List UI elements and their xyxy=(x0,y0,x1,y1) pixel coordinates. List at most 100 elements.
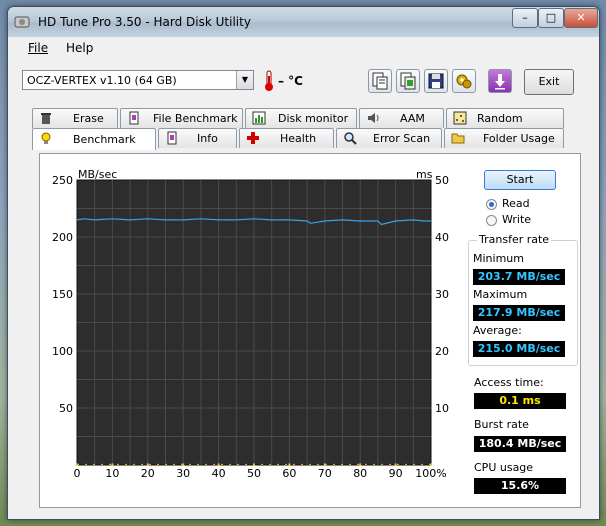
tab-random-access[interactable]: Random Access xyxy=(446,108,564,144)
y-tick-label: 100 xyxy=(52,345,73,358)
x-tick-label: 20 xyxy=(141,467,155,480)
start-button[interactable]: Start xyxy=(484,170,556,190)
options-button[interactable] xyxy=(452,69,476,93)
access-time-label: Access time: xyxy=(474,376,544,389)
x-tick-label: 30 xyxy=(176,467,190,480)
x-tick-label: 40 xyxy=(212,467,226,480)
access-time-point xyxy=(394,463,397,466)
x-tick-label: 90 xyxy=(389,467,403,480)
speaker-icon xyxy=(368,113,379,123)
benchmark-sidebar: Start Read Write Transfer rate Minimum 2… xyxy=(464,154,582,509)
tab-folder-usage[interactable]: Folder Usage xyxy=(444,128,564,148)
tab-error-scan-label: Error Scan xyxy=(373,132,431,145)
tab-info[interactable]: Info xyxy=(158,128,237,148)
tab-health-label: Health xyxy=(280,132,317,145)
drive-select[interactable]: OCZ-VERTEX v1.10 (64 GB) ▼ xyxy=(22,70,254,90)
tab-benchmark[interactable]: Benchmark xyxy=(32,128,156,150)
access-time-point xyxy=(359,463,362,466)
tab-aam[interactable]: AAM xyxy=(359,108,444,128)
burst-rate-label: Burst rate xyxy=(474,418,529,431)
tab-disk-monitor-label: Disk monitor xyxy=(278,112,349,125)
access-time-point xyxy=(217,463,220,466)
tab-disk-monitor[interactable]: Disk monitor xyxy=(245,108,357,128)
drive-select-value: OCZ-VERTEX v1.10 (64 GB) xyxy=(27,74,177,87)
maximum-value: 217.9 MB/sec xyxy=(473,305,565,321)
options-icon xyxy=(456,74,472,89)
x-tick-label: 0 xyxy=(74,467,81,480)
file-benchmark-icon xyxy=(129,111,139,125)
benchmark-chart: 250 200 150 100 50 50 40 30 20 10 0 10 20 30 40 50 60 70 8… xyxy=(40,154,480,494)
y2-tick-label: 40 xyxy=(435,231,449,244)
y2-tick-label: 30 xyxy=(435,288,449,301)
y-axis-label: MB/sec xyxy=(78,168,117,181)
folder-icon xyxy=(451,133,465,144)
transfer-rate-title: Transfer rate xyxy=(477,233,552,246)
y2-tick-label: 10 xyxy=(435,402,449,415)
download-icon xyxy=(495,74,505,90)
app-window: HD Tune Pro 3.50 - Hard Disk Utility – □… xyxy=(7,6,600,520)
access-time-point xyxy=(288,463,291,466)
download-button[interactable] xyxy=(488,69,512,93)
access-time-point xyxy=(146,463,149,466)
y-tick-label: 200 xyxy=(52,231,73,244)
tab-file-benchmark[interactable]: File Benchmark xyxy=(120,108,243,128)
access-time-value: 0.1 ms xyxy=(474,393,566,409)
minimum-value: 203.7 MB/sec xyxy=(473,269,565,285)
tab-erase-label: Erase xyxy=(73,112,104,125)
maximize-button[interactable]: □ xyxy=(538,8,564,28)
y-tick-label: 150 xyxy=(52,288,73,301)
exit-button[interactable]: Exit xyxy=(524,69,574,95)
tab-benchmark-label: Benchmark xyxy=(73,133,136,146)
tab-error-scan[interactable]: Error Scan xyxy=(336,128,442,148)
menu-file[interactable]: File xyxy=(28,41,48,55)
magnifier-icon xyxy=(344,132,357,145)
access-time-point xyxy=(111,463,114,466)
y-tick-label: 50 xyxy=(59,402,73,415)
cpu-usage-label: CPU usage xyxy=(474,461,534,474)
close-button[interactable]: ✕ xyxy=(564,8,598,28)
trash-icon xyxy=(41,113,51,124)
write-radio[interactable] xyxy=(486,215,497,226)
lightbulb-icon xyxy=(41,132,51,144)
benchmark-panel: 250 200 150 100 50 50 40 30 20 10 0 10 20 30 40 50 60 70 8… xyxy=(39,153,581,508)
thermometer-icon xyxy=(265,70,273,91)
read-label: Read xyxy=(502,197,530,210)
chevron-down-icon[interactable]: ▼ xyxy=(236,71,253,89)
x-tick-label: 100% xyxy=(415,467,446,480)
minimum-label: Minimum xyxy=(473,252,524,265)
x-tick-label: 60 xyxy=(282,467,296,480)
random-access-icon xyxy=(453,111,467,125)
read-radio[interactable] xyxy=(486,199,497,210)
transfer-rate-group: Transfer rate Minimum 203.7 MB/sec Maxim… xyxy=(468,233,578,366)
average-label: Average: xyxy=(473,324,522,337)
tab-health[interactable]: Health xyxy=(239,128,334,148)
minimize-button[interactable]: – xyxy=(512,8,538,28)
title-bar[interactable]: HD Tune Pro 3.50 - Hard Disk Utility – □… xyxy=(8,7,599,37)
x-tick-label: 50 xyxy=(247,467,261,480)
hd-tune-app-icon xyxy=(14,16,30,28)
copy-screenshot-button[interactable] xyxy=(396,69,420,93)
cpu-usage-value: 15.6% xyxy=(474,478,566,494)
write-label: Write xyxy=(502,213,532,226)
health-cross-icon xyxy=(247,132,259,144)
x-tick-label: 10 xyxy=(105,467,119,480)
copy-text-button[interactable] xyxy=(368,69,392,93)
disk-monitor-icon xyxy=(252,111,266,125)
menu-help[interactable]: Help xyxy=(66,41,93,55)
y2-tick-label: 20 xyxy=(435,345,449,358)
save-icon xyxy=(428,73,444,89)
tab-erase[interactable]: Erase xyxy=(32,108,118,128)
average-value: 215.0 MB/sec xyxy=(473,341,565,357)
tab-file-benchmark-label: File Benchmark xyxy=(153,112,238,125)
copy-text-icon xyxy=(372,72,388,90)
y-tick-label: 250 xyxy=(52,174,73,187)
tab-folder-usage-label: Folder Usage xyxy=(483,132,555,145)
tab-aam-label: AAM xyxy=(400,112,425,125)
y2-tick-label: 50 xyxy=(435,174,449,187)
copy-screen-icon xyxy=(400,72,416,90)
menu-bar: File Help xyxy=(8,37,599,57)
transfer-rate-chart: 2502001501005050403020100 10 20 30 40 50 60 70 8… xyxy=(52,168,449,480)
save-button[interactable] xyxy=(424,69,448,93)
y2-axis-label: ms xyxy=(416,168,433,181)
tab-info-label: Info xyxy=(197,132,218,145)
